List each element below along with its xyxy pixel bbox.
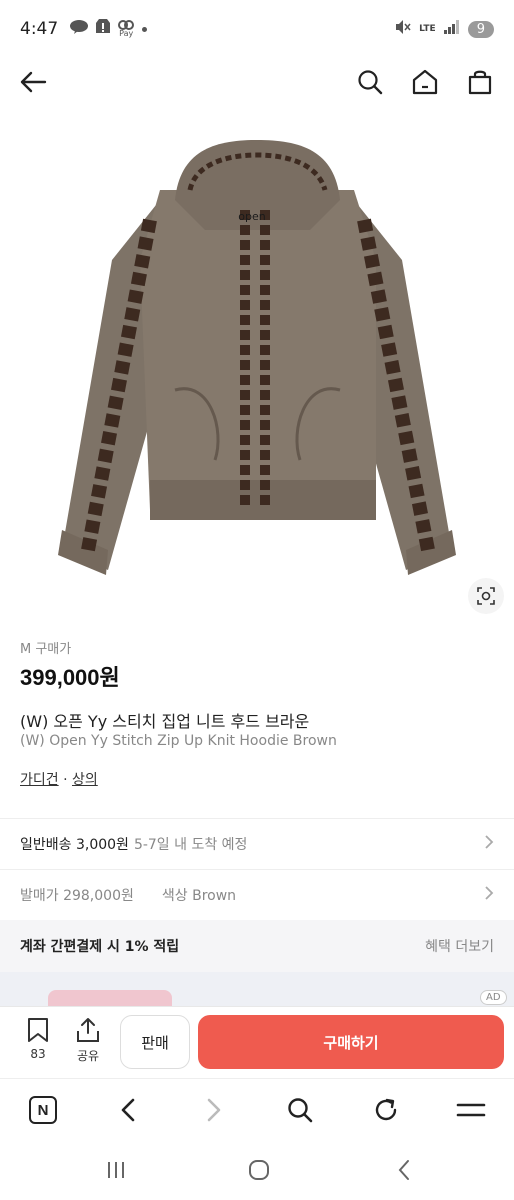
android-nav-bar [0,1140,514,1200]
naver-n-label: N [29,1096,57,1124]
signal-icon [443,20,460,38]
top-nav [0,58,514,106]
product-image[interactable]: open [0,130,514,610]
bookmark-count: 83 [30,1047,46,1061]
benefit-more-link[interactable]: 혜택 더보기 [425,936,494,956]
image-brand-text: open [238,210,265,223]
chevron-right-icon [484,834,494,854]
ad-badge: AD [480,990,507,1005]
browser-search-icon[interactable] [285,1095,315,1125]
category-separator: · [58,772,72,788]
alert-icon [96,19,111,39]
buy-button[interactable]: 구매하기 [198,1015,504,1069]
browser-toolbar: N [0,1078,514,1140]
browser-forward-icon[interactable] [199,1095,229,1125]
lens-search-icon [477,587,495,605]
shipping-detail: 5-7일 내 도착 예정 [133,837,248,853]
action-bar: 83 공유 판매 구매하기 [0,1006,514,1078]
battery-badge: 9 [467,20,494,38]
home-circle-icon[interactable] [245,1158,273,1182]
image-search-button[interactable] [468,578,504,614]
back-chevron-icon[interactable] [390,1158,418,1182]
bookmark-icon [28,1018,48,1042]
status-right-icons: LTE 9 [395,19,494,39]
recents-icon[interactable] [102,1158,130,1182]
category-breadcrumb: 가디건 · 상의 [20,769,98,789]
menu-icon[interactable] [456,1095,486,1125]
browser-back-icon[interactable] [113,1095,143,1125]
product-title-en: (W) Open Yy Stitch Zip Up Knit Hoodie Br… [20,733,337,749]
back-arrow-icon[interactable] [18,67,48,97]
shipping-row[interactable]: 일반배송 3,000원 5-7일 내 도착 예정 [0,819,514,869]
release-row[interactable]: 발매가 298,000원 색상 Brown [0,870,514,920]
category-link-cardigan[interactable]: 가디건 [20,772,59,788]
status-bar: 4:47 Pay LTE 9 [0,0,514,58]
pay-label: Pay [119,29,134,38]
naver-n-icon[interactable]: N [28,1095,58,1125]
talk-icon [70,20,89,38]
knit-hoodie-illustration: open [58,140,456,575]
share-label: 공유 [76,1049,100,1063]
share-icon [77,1018,99,1042]
reload-icon[interactable] [371,1095,401,1125]
search-icon[interactable] [355,67,385,97]
status-left-icons: Pay [70,19,148,39]
price-label: M 구매가 [20,642,72,657]
benefit-text: 계좌 간편결제 시 1% 적립 [20,939,180,955]
category-link-top[interactable]: 상의 [72,772,98,788]
share-button[interactable]: 공유 [68,1017,108,1064]
bag-icon[interactable] [465,67,495,97]
color-label: 색상 Brown [161,888,237,904]
bookmark-button[interactable]: 83 [18,1017,58,1061]
chevron-right-icon [484,885,494,905]
pay-icon: Pay [118,20,135,38]
product-price: 399,000원 [20,665,120,690]
dot-icon [142,26,148,32]
network-label: LTE [419,24,436,34]
mute-icon [395,19,411,39]
product-title-ko: (W) 오픈 Yy 스티치 집업 니트 후드 브라운 [20,712,310,731]
release-price-label: 발매가 298,000원 [20,888,134,904]
sell-button[interactable]: 판매 [120,1015,190,1069]
benefit-row[interactable]: 계좌 간편결제 시 1% 적립 혜택 더보기 [0,920,514,972]
status-time: 4:47 [20,19,59,39]
home-icon[interactable] [410,67,440,97]
shipping-label: 일반배송 3,000원 [20,837,129,853]
